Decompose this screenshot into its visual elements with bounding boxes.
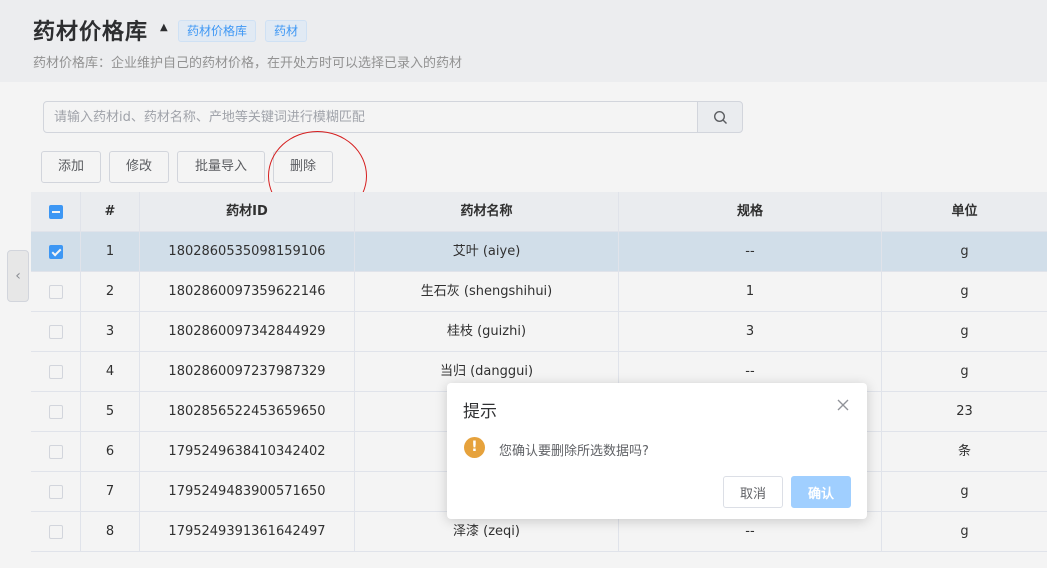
warning-icon: ! bbox=[464, 437, 485, 458]
dialog-title: 提示 bbox=[463, 402, 497, 422]
cancel-button[interactable]: 取消 bbox=[723, 476, 783, 508]
confirm-dialog: 提示 ! 您确认要删除所选数据吗? 取消 确认 bbox=[447, 383, 867, 519]
close-icon[interactable] bbox=[836, 398, 850, 412]
dialog-message: 您确认要删除所选数据吗? bbox=[499, 444, 649, 459]
confirm-button[interactable]: 确认 bbox=[791, 476, 851, 508]
